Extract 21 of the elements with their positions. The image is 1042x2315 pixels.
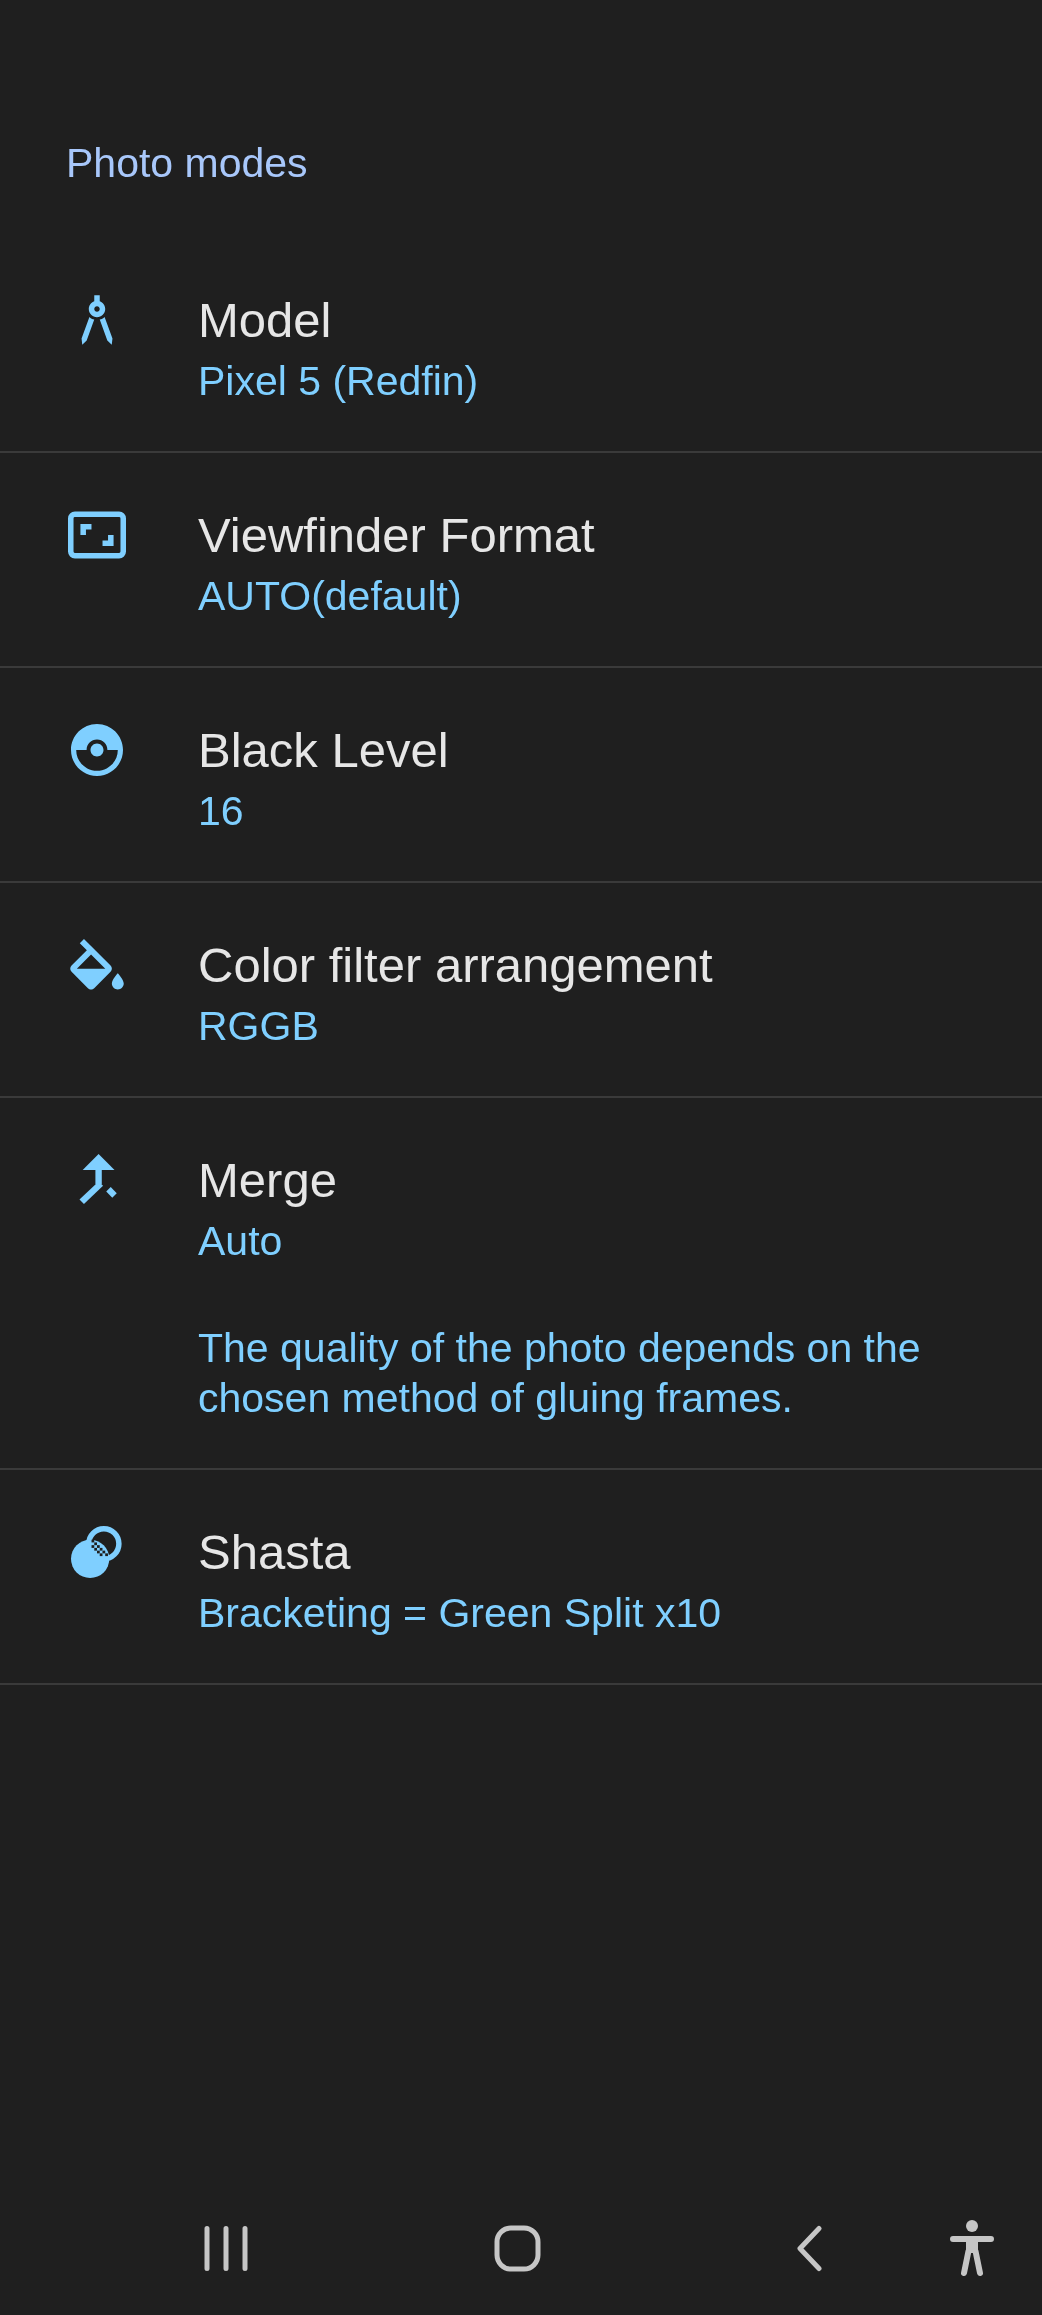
- accessibility-icon[interactable]: [950, 2219, 994, 2277]
- setting-title: Black Level: [198, 722, 449, 779]
- setting-value: AUTO(default): [198, 572, 462, 621]
- setting-title: Merge: [198, 1152, 337, 1209]
- setting-title: Color filter arrangement: [198, 937, 713, 994]
- setting-value: RGGB: [198, 1002, 319, 1051]
- setting-value: Auto: [198, 1217, 283, 1266]
- setting-title: Model: [198, 292, 332, 349]
- paint-bucket-icon: [68, 939, 126, 991]
- setting-description: The quality of the photo depends on the chosen method of gluing frames.: [198, 1324, 922, 1423]
- section-header: Photo modes: [66, 139, 308, 188]
- setting-value: Pixel 5 (Redfin): [198, 357, 479, 406]
- home-icon[interactable]: [494, 2224, 541, 2272]
- recent-apps-icon[interactable]: [203, 2224, 249, 2272]
- setting-title: Viewfinder Format: [198, 507, 595, 564]
- frame-corners-icon: [68, 509, 126, 561]
- back-icon[interactable]: [796, 2224, 823, 2272]
- setting-value: Bracketing = Green Split x10: [198, 1589, 722, 1638]
- setting-title: Shasta: [198, 1524, 351, 1581]
- merge-arrow-icon: [77, 1154, 117, 1204]
- setting-value: 16: [198, 787, 244, 836]
